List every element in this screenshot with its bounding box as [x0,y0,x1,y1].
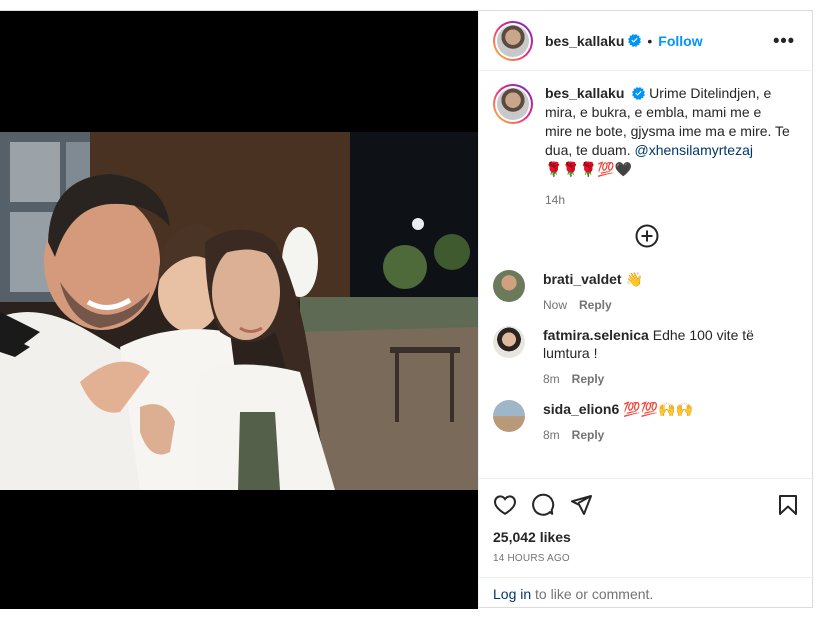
login-link[interactable]: Log in [493,586,531,602]
post-sidebar: bes_kallaku • Follow ••• bes_kallaku Uri… [478,11,814,609]
comment-time: Now [543,298,568,312]
caption-text-block: bes_kallaku Urime Ditelindjen, e mira, e… [545,84,790,210]
comment-item: fatmira.selenica Edhe 100 vite të lumtur… [493,326,800,388]
follow-button[interactable]: Follow [658,33,702,49]
post-actions: 25,042 likes 14 HOURS AGO [479,478,814,564]
commenter-avatar[interactable] [493,326,525,358]
comment-time: 8m [543,372,560,386]
caption-username[interactable]: bes_kallaku [545,85,624,101]
plus-circle-icon[interactable] [635,224,659,248]
author-username[interactable]: bes_kallaku [545,33,624,49]
comment-text: 👋 [625,271,643,287]
comment-item: brati_valdet 👋 Now Reply [493,270,800,314]
author-avatar[interactable] [493,20,533,61]
likes-count[interactable]: 25,042 likes [493,529,800,545]
comment-text: 💯💯🙌🙌 [623,401,693,417]
post-header: bes_kallaku • Follow ••• [479,11,813,71]
caption-emoji: 🌹🌹🌹💯🖤 [545,161,633,177]
post-caption: bes_kallaku Urime Ditelindjen, e mira, e… [493,84,800,210]
comment-icon[interactable] [531,493,555,517]
post-photo [0,132,478,490]
instagram-post: bes_kallaku • Follow ••• bes_kallaku Uri… [0,10,814,609]
verified-badge-icon [632,87,646,100]
more-options-button[interactable]: ••• [773,30,795,51]
comment-time: 8m [543,428,560,442]
heart-icon[interactable] [493,493,517,517]
post-timestamp: 14 HOURS AGO [493,553,570,564]
comments-section: bes_kallaku Urime Ditelindjen, e mira, e… [479,72,814,478]
caption-avatar[interactable] [493,84,533,124]
login-prompt: Log in to like or comment. [479,577,814,609]
commenter-avatar[interactable] [493,400,525,432]
comment-username[interactable]: brati_valdet [543,271,622,287]
verified-badge-icon [628,34,642,47]
commenter-avatar[interactable] [493,270,525,302]
separator-dot: • [647,32,653,49]
bookmark-icon[interactable] [776,493,800,517]
post-media[interactable] [0,11,478,609]
login-prompt-text: to like or comment. [531,586,654,602]
load-more-comments[interactable] [493,224,800,248]
share-icon[interactable] [569,493,593,517]
caption-mention[interactable]: @xhensilamyrtezaj [635,142,753,158]
reply-button[interactable]: Reply [572,428,605,442]
reply-button[interactable]: Reply [572,372,605,386]
comment-username[interactable]: fatmira.selenica [543,327,649,343]
comment-item: sida_elion6 💯💯🙌🙌 8m Reply [493,400,800,444]
reply-button[interactable]: Reply [579,298,612,312]
caption-time[interactable]: 14h [545,191,790,210]
comment-username[interactable]: sida_elion6 [543,401,619,417]
